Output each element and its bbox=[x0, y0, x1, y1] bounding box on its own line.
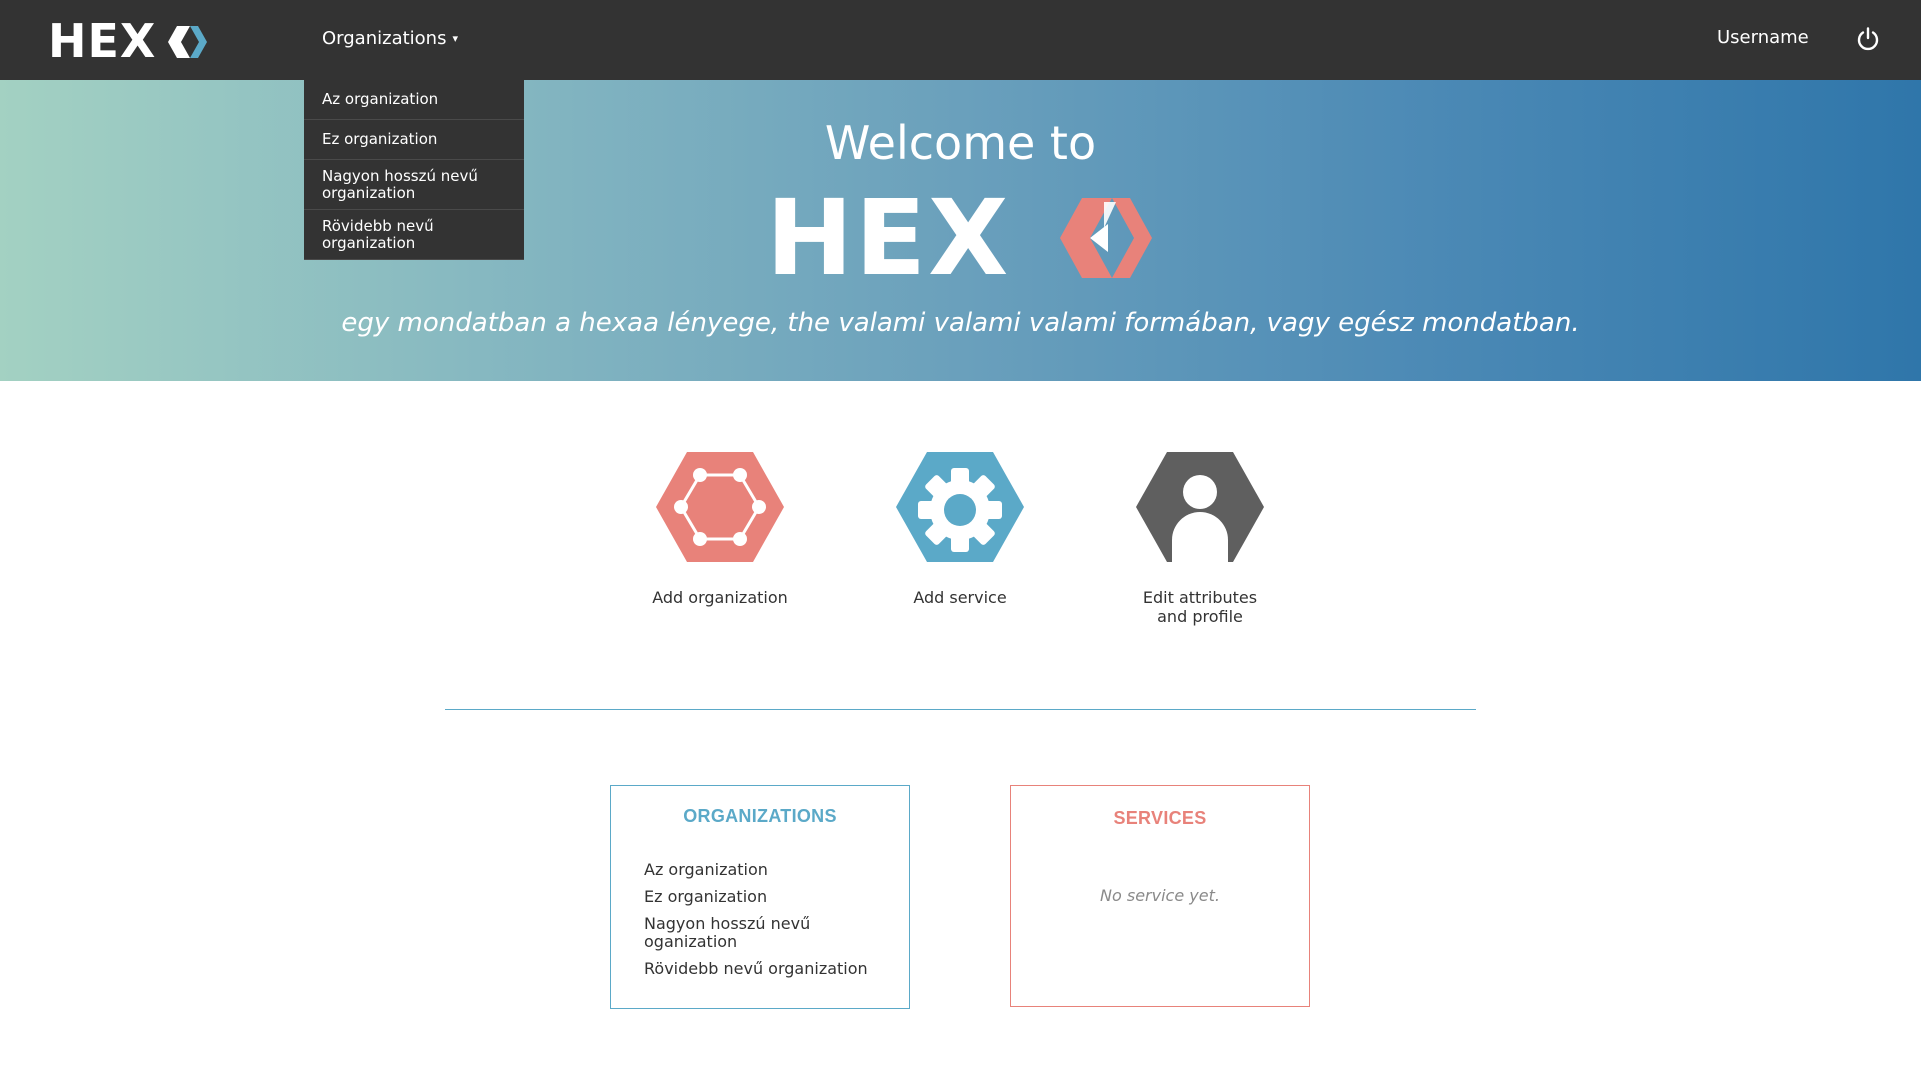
dropdown-item-rovidebb[interactable]: Rövidebb nevű organization bbox=[304, 210, 524, 260]
top-navbar: HEX Organizations ▾ Username bbox=[0, 0, 1921, 80]
section-divider bbox=[445, 709, 1476, 710]
power-icon[interactable] bbox=[1855, 26, 1881, 56]
organization-list-item[interactable]: Ez organization bbox=[644, 888, 894, 906]
organizations-dropdown-toggle[interactable]: Organizations ▾ bbox=[322, 28, 458, 49]
username-link[interactable]: Username bbox=[1717, 27, 1809, 48]
add-service-label: Add service bbox=[913, 588, 1007, 607]
dropdown-item-ez-organization[interactable]: Ez organization bbox=[304, 120, 524, 160]
organizations-panel-title: ORGANIZATIONS bbox=[683, 806, 837, 826]
brand-logo-text: HEX bbox=[48, 14, 157, 68]
hero-tagline: egy mondatban a hexaa lényege, the valam… bbox=[341, 308, 1580, 338]
hero-logo-text: HEX bbox=[766, 177, 1011, 299]
organizations-menu-label: Organizations bbox=[322, 28, 447, 49]
gear-hexagon-icon bbox=[896, 452, 1024, 562]
organization-list-item[interactable]: Az organization bbox=[644, 861, 894, 879]
brand-logo-mark-icon bbox=[168, 26, 207, 58]
caret-down-icon: ▾ bbox=[452, 32, 458, 45]
services-panel: SERVICES No service yet. bbox=[1010, 785, 1310, 1007]
user-hexagon-icon bbox=[1136, 452, 1264, 562]
hero-banner: Welcome to HEX egy mondatban a hexaa lén… bbox=[0, 80, 1921, 381]
organization-list-item[interactable]: Nagyon hosszú nevű oganization bbox=[644, 915, 834, 951]
brand-logo[interactable]: HEX bbox=[48, 18, 208, 64]
organizations-list: Az organization Ez organization Nagyon h… bbox=[644, 861, 894, 987]
add-organization-button[interactable]: Add organization bbox=[620, 448, 820, 607]
add-organization-label: Add organization bbox=[652, 588, 788, 607]
organizations-panel: ORGANIZATIONS Az organization Ez organiz… bbox=[610, 785, 910, 1009]
dropdown-item-az-organization[interactable]: Az organization bbox=[304, 80, 524, 120]
hero-logo-mark-icon bbox=[1060, 198, 1152, 278]
dropdown-item-nagyon-hosszu[interactable]: Nagyon hosszú nevű organization bbox=[304, 160, 524, 210]
add-service-button[interactable]: Add service bbox=[860, 448, 1060, 607]
hero-logo: HEX bbox=[766, 177, 1156, 299]
services-empty-message: No service yet. bbox=[1100, 886, 1220, 905]
organizations-dropdown-menu: Az organization Ez organization Nagyon h… bbox=[304, 80, 524, 260]
hero-title: Welcome to bbox=[824, 116, 1097, 170]
organization-list-item[interactable]: Rövidebb nevű organization bbox=[644, 960, 894, 978]
edit-attributes-profile-button[interactable]: Edit attributes and profile bbox=[1100, 448, 1300, 626]
edit-attributes-profile-label: Edit attributes and profile bbox=[1142, 588, 1258, 626]
services-panel-title: SERVICES bbox=[1113, 808, 1207, 828]
network-hexagon-icon bbox=[656, 452, 784, 562]
